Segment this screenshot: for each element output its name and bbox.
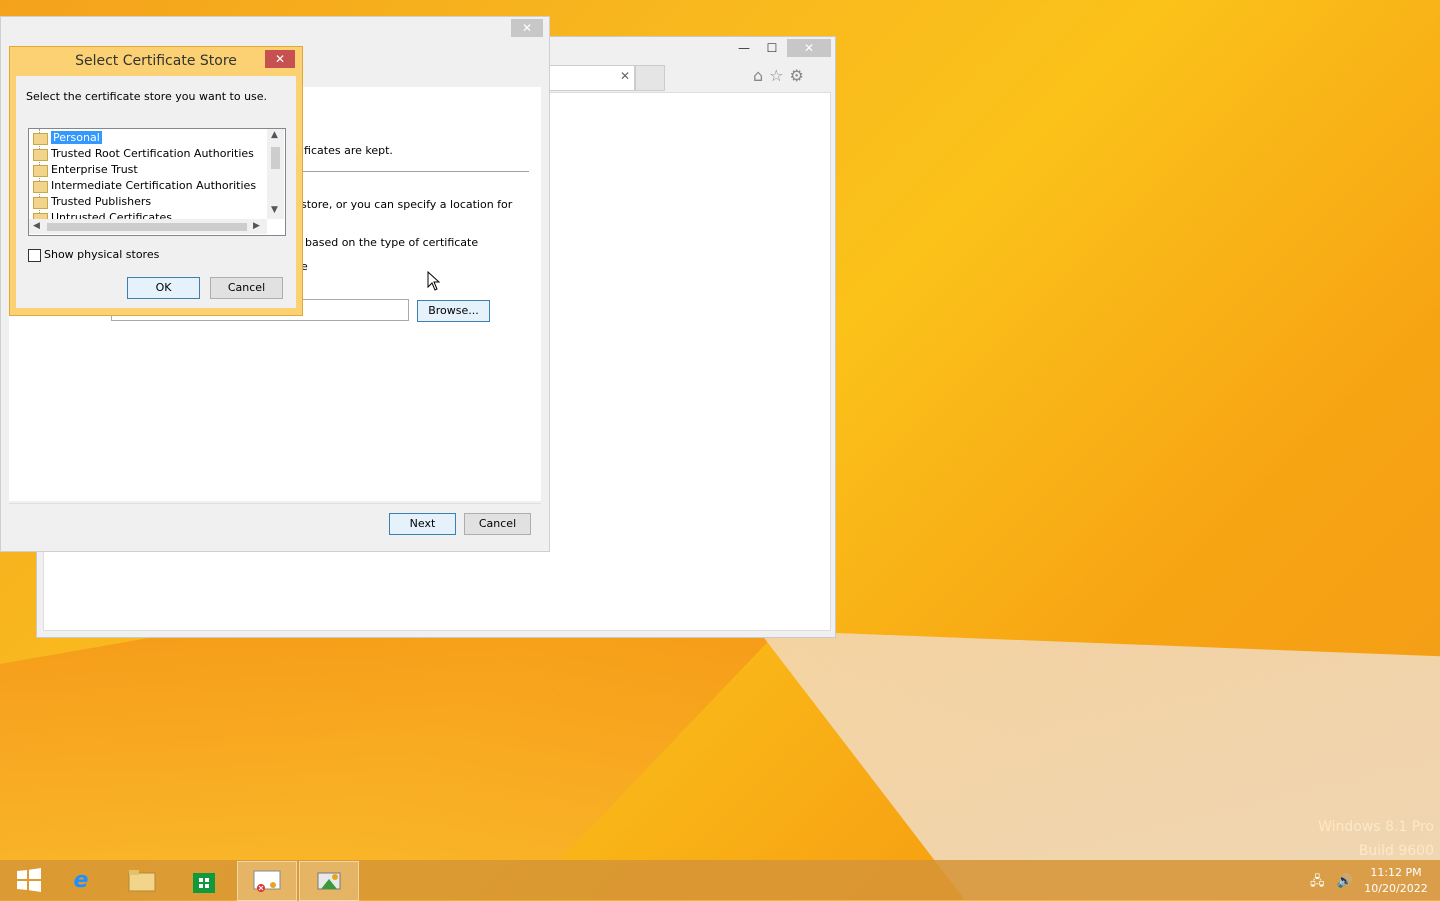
wizard-text-kept: ificates are kept. bbox=[301, 144, 393, 157]
certificate-icon bbox=[253, 870, 281, 892]
select-certificate-store-dialog: Select Certificate Store ✕ Select the ce… bbox=[9, 46, 303, 316]
dialog-prompt: Select the certificate store you want to… bbox=[26, 90, 268, 103]
file-explorer-icon[interactable] bbox=[113, 861, 171, 899]
browse-button[interactable]: Browse... bbox=[417, 300, 490, 322]
clock-date: 10/20/2022 bbox=[1364, 882, 1428, 895]
tree-item-label: Personal bbox=[51, 131, 102, 144]
wizard-text-store: store, or you can specify a location for bbox=[301, 198, 513, 211]
dialog-close-button[interactable]: ✕ bbox=[265, 50, 295, 68]
ok-button[interactable]: OK bbox=[127, 277, 200, 299]
system-tray: 🖧 🔊 bbox=[1310, 872, 1353, 894]
certificate-store-tree[interactable]: Personal Trusted Root Certification Auth… bbox=[28, 128, 286, 236]
tree-item-trusted-root[interactable]: Trusted Root Certification Authorities bbox=[33, 146, 254, 162]
home-favorites-settings-icons[interactable]: ⌂☆⚙ bbox=[753, 66, 810, 85]
mouse-cursor-icon bbox=[427, 271, 441, 291]
start-button[interactable] bbox=[0, 861, 58, 899]
folder-icon bbox=[33, 181, 48, 193]
scroll-down-icon[interactable]: ▼ bbox=[271, 205, 278, 215]
show-physical-stores-checkbox[interactable] bbox=[28, 249, 41, 262]
scroll-up-icon[interactable]: ▲ bbox=[271, 130, 278, 140]
next-button[interactable]: Next bbox=[389, 513, 456, 535]
internet-explorer-icon[interactable]: e bbox=[52, 861, 110, 899]
cancel-button[interactable]: Cancel bbox=[464, 513, 531, 535]
network-icon[interactable]: 🖧 bbox=[1310, 874, 1325, 889]
tree-item-trusted-publishers[interactable]: Trusted Publishers bbox=[33, 194, 152, 210]
wizard-text-type: based on the type of certificate bbox=[305, 236, 479, 249]
dialog-title: Select Certificate Store bbox=[75, 53, 237, 69]
tree-item-label: Enterprise Trust bbox=[51, 163, 138, 176]
clock-time: 11:12 PM bbox=[1370, 866, 1422, 879]
tree-item-personal[interactable]: Personal bbox=[33, 130, 102, 146]
watermark-edition: Windows 8.1 Pro bbox=[1318, 819, 1434, 835]
import-wizard-icon bbox=[317, 872, 341, 890]
taskbar: e 🖧 🔊 11:12 PM 10/20/2022 bbox=[0, 860, 1440, 901]
windows-watermark: Windows 8.1 Pro Build 9600 bbox=[1318, 815, 1434, 863]
tree-item-intermediate[interactable]: Intermediate Certification Authorities bbox=[33, 178, 257, 194]
wizard-divider bbox=[299, 171, 529, 172]
maximize-button[interactable]: ☐ bbox=[759, 39, 785, 57]
tree-item-label: Intermediate Certification Authorities bbox=[51, 179, 257, 192]
scrollbar-thumb[interactable] bbox=[271, 147, 280, 169]
volume-icon[interactable]: 🔊 bbox=[1337, 874, 1353, 889]
minimize-button[interactable]: — bbox=[731, 39, 757, 57]
wizard-close-button[interactable]: ✕ bbox=[511, 19, 543, 37]
certificate-import-wizard-icon[interactable] bbox=[299, 861, 359, 901]
folder-icon bbox=[33, 133, 48, 145]
close-button[interactable]: ✕ bbox=[787, 39, 831, 57]
clock[interactable]: 11:12 PM 10/20/2022 bbox=[1360, 865, 1432, 897]
dialog-client: Select the certificate store you want to… bbox=[16, 76, 296, 308]
certificate-manager-icon[interactable] bbox=[237, 861, 297, 901]
tree-item-label: Trusted Publishers bbox=[51, 195, 152, 208]
tree-item-enterprise-trust[interactable]: Enterprise Trust bbox=[33, 162, 138, 178]
shopping-bag-icon bbox=[193, 873, 215, 893]
folder-icon bbox=[128, 870, 156, 892]
folder-icon bbox=[33, 149, 48, 161]
show-physical-stores-label: Show physical stores bbox=[44, 248, 160, 261]
new-tab-button[interactable] bbox=[635, 65, 665, 91]
browser-tab[interactable]: ✕ bbox=[549, 65, 635, 91]
dialog-cancel-button[interactable]: Cancel bbox=[210, 277, 283, 299]
scroll-right-icon[interactable]: ▶ bbox=[253, 221, 260, 231]
scrollbar-thumb[interactable] bbox=[47, 223, 247, 231]
horizontal-scrollbar[interactable]: ◀ ▶ bbox=[29, 219, 267, 234]
tree-item-label: Trusted Root Certification Authorities bbox=[51, 147, 254, 160]
tab-close-icon[interactable]: ✕ bbox=[620, 69, 630, 83]
windows-logo-icon bbox=[17, 868, 41, 892]
vertical-scrollbar[interactable]: ▲ ▼ bbox=[267, 129, 284, 219]
store-icon[interactable] bbox=[175, 861, 233, 899]
footer-divider bbox=[9, 503, 541, 504]
scroll-left-icon[interactable]: ◀ bbox=[33, 221, 40, 231]
folder-icon bbox=[33, 165, 48, 177]
folder-icon bbox=[33, 197, 48, 209]
